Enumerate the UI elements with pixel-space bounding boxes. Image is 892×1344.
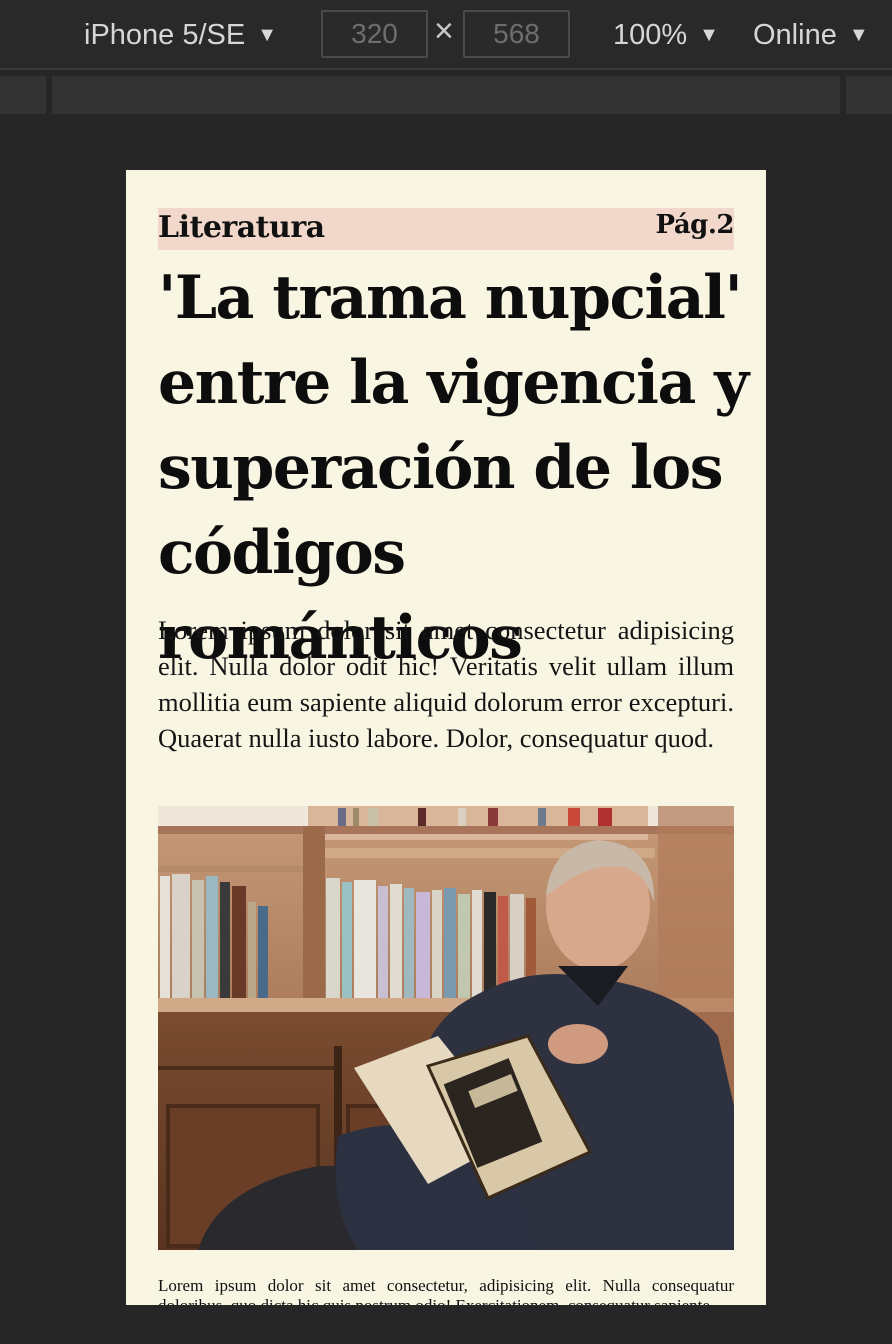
article-photo — [158, 806, 734, 1250]
zoom-label: 100% — [613, 18, 688, 51]
photo-illustration — [158, 806, 734, 1250]
chevron-down-icon: ▼ — [848, 23, 869, 46]
article-lede: Lorem ipsum dolor sit amet consectetur a… — [158, 615, 734, 753]
times-icon: × — [434, 12, 454, 50]
section-title: Literatura — [158, 210, 325, 245]
media-query-segment[interactable] — [846, 76, 892, 114]
media-query-segment[interactable] — [0, 76, 46, 114]
chevron-down-icon: ▼ — [699, 23, 719, 46]
width-input[interactable]: 320 — [321, 10, 428, 58]
network-select[interactable]: Online ▼ — [753, 0, 869, 70]
media-query-segment[interactable] — [52, 76, 840, 114]
devtools-toolbar: iPhone 5/SE ▼ 320 × 568 100% ▼ Online ▼ — [0, 0, 892, 70]
zoom-select[interactable]: 100% ▼ — [613, 0, 719, 70]
height-input[interactable]: 568 — [463, 10, 570, 58]
device-label: iPhone 5/SE — [84, 18, 246, 51]
device-viewport: Literatura Pág.2 'La trama nupcial' entr… — [126, 170, 766, 1305]
media-query-bar — [0, 72, 892, 114]
page-number: Pág.2 — [655, 210, 734, 240]
photo-caption: Lorem ipsum dolor sit amet consectetur, … — [158, 1276, 734, 1305]
chevron-down-icon: ▼ — [257, 23, 278, 46]
network-label: Online — [753, 18, 837, 51]
device-select[interactable]: iPhone 5/SE ▼ — [84, 0, 277, 70]
section-header: Literatura Pág.2 — [158, 208, 734, 250]
